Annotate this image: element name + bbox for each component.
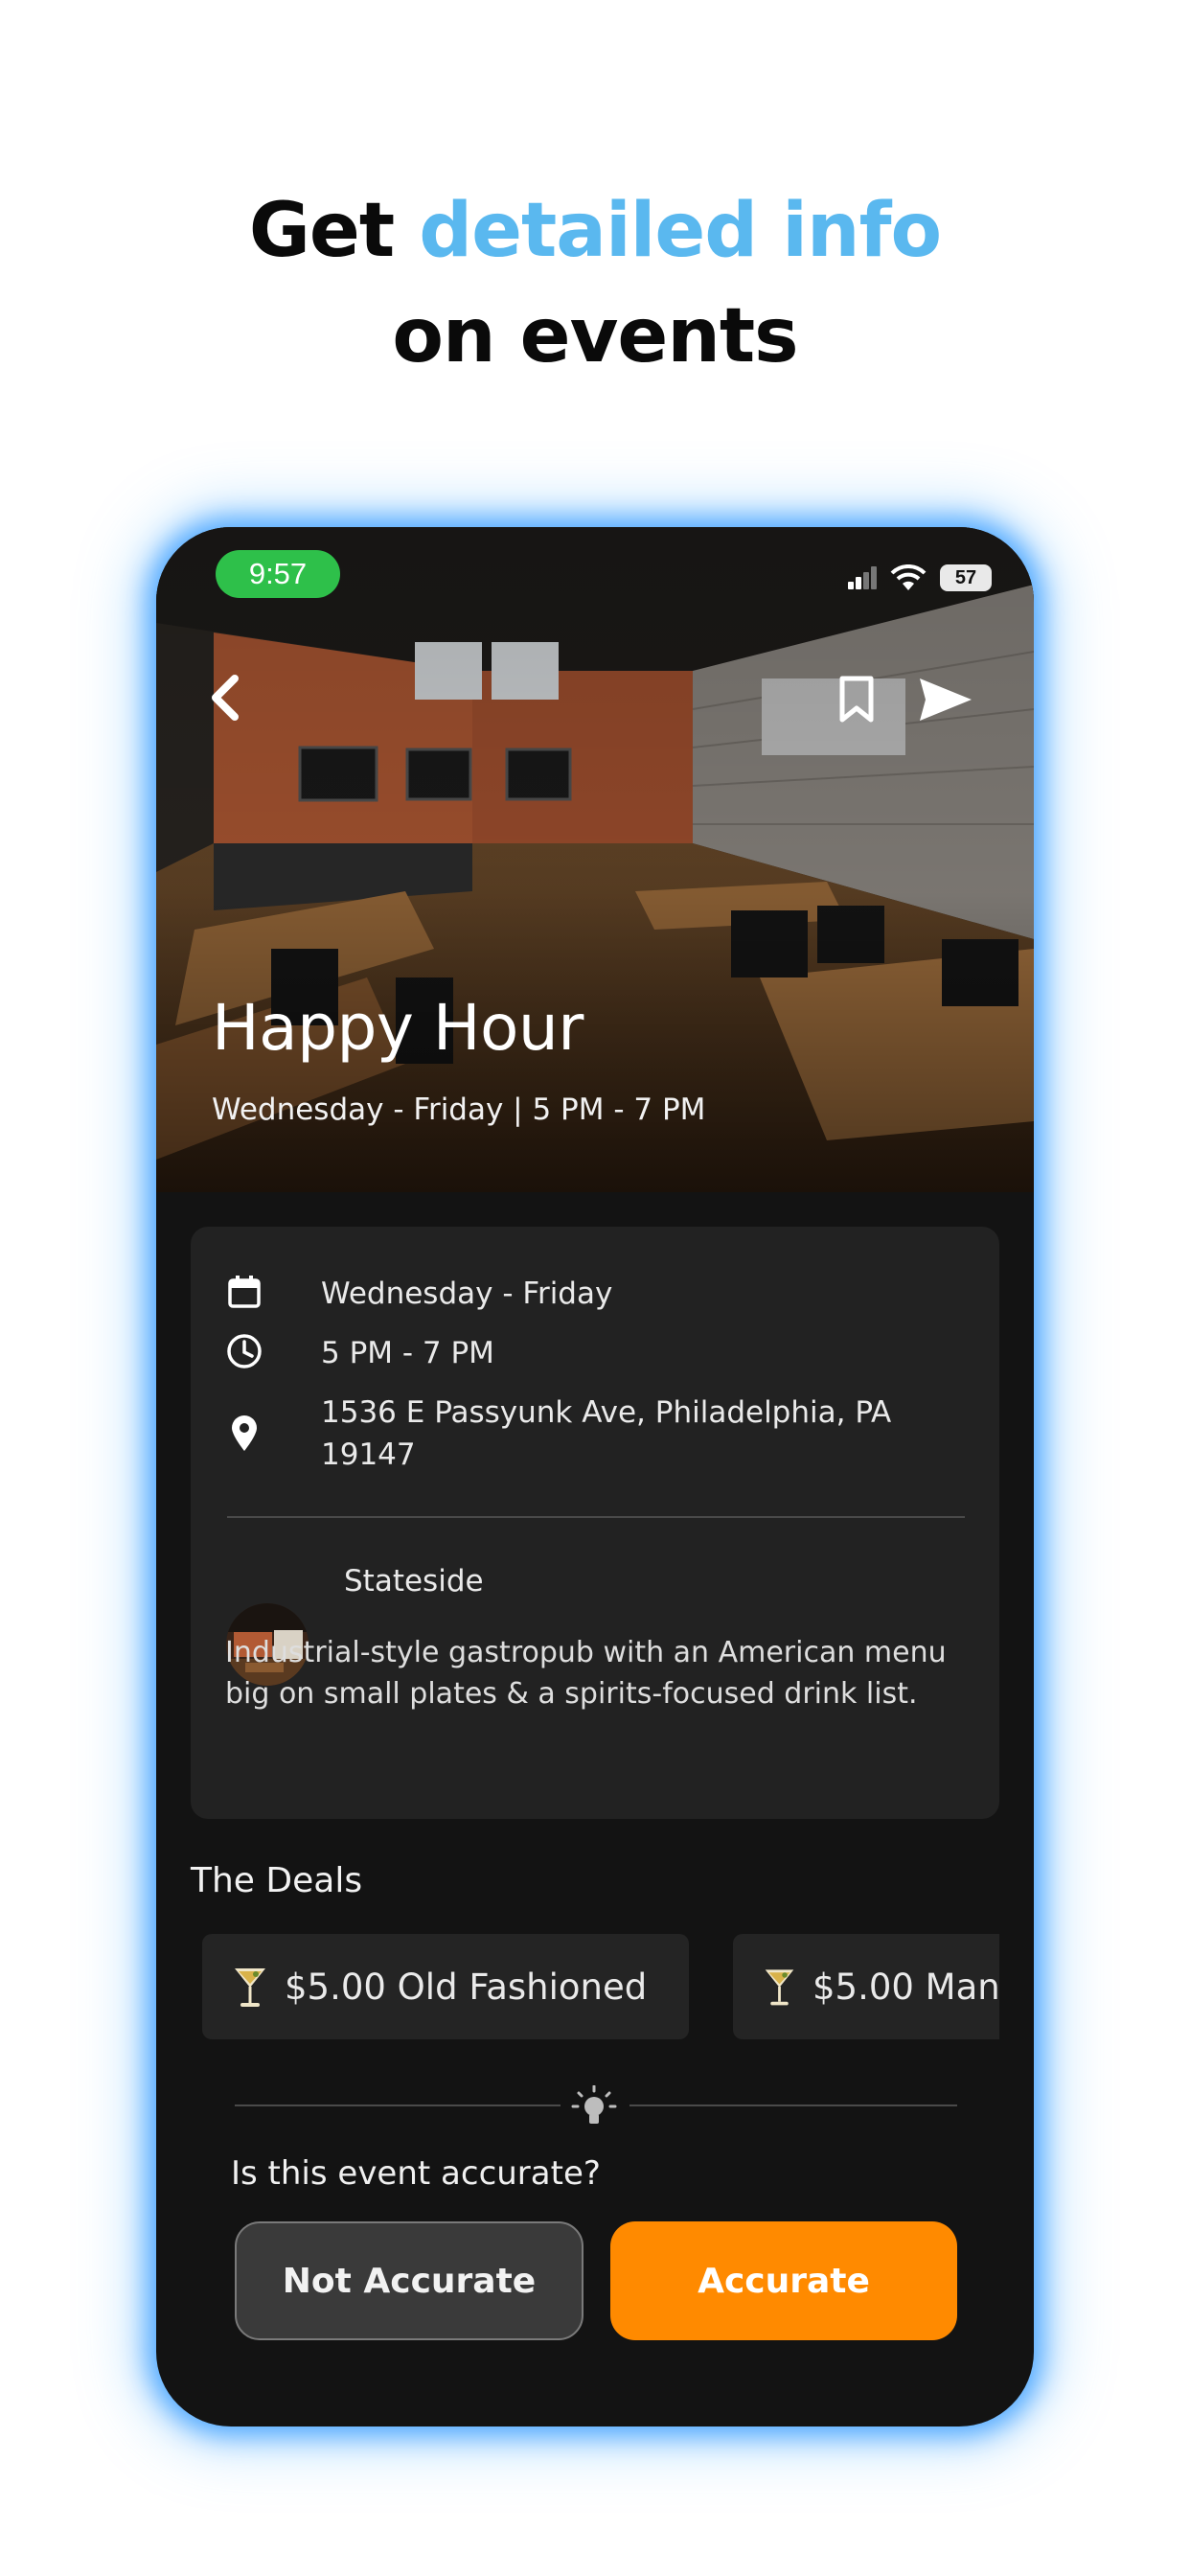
event-details-card: Wednesday - Friday 5 PM - 7 PM 1536 E Pa… bbox=[191, 1227, 999, 1819]
feedback-divider-right bbox=[629, 2104, 957, 2106]
headline-line-2: on events bbox=[392, 293, 798, 380]
back-icon bbox=[212, 675, 239, 721]
event-address[interactable]: 1536 E Passyunk Ave, Philadelphia, PA 19… bbox=[321, 1392, 953, 1476]
event-title: Happy Hour bbox=[212, 991, 584, 1065]
battery-icon: 57 bbox=[940, 564, 992, 591]
venue-name[interactable]: Stateside bbox=[344, 1564, 484, 1598]
venue-description: Industrial-style gastropub with an Ameri… bbox=[225, 1636, 947, 1711]
event-hero-image: 9:57 57 Happy Hour Wednesday - Friday | … bbox=[156, 527, 1034, 1192]
phone-frame: 9:57 57 Happy Hour Wednesday - Friday | … bbox=[156, 527, 1034, 2426]
wifi-icon bbox=[890, 564, 927, 590]
accurate-button[interactable]: Accurate bbox=[610, 2221, 957, 2340]
back-button[interactable] bbox=[198, 671, 252, 724]
feedback-divider-left bbox=[235, 2104, 561, 2106]
status-time: 9:57 bbox=[248, 557, 308, 590]
not-accurate-button[interactable]: Not Accurate bbox=[235, 2221, 584, 2340]
cocktail-glass-icon bbox=[765, 1969, 794, 2006]
deals-heading: The Deals bbox=[191, 1861, 363, 1900]
battery-level: 57 bbox=[954, 566, 977, 588]
headline-line-1: Get detailed info bbox=[0, 178, 1190, 284]
deal-label: $5.00 Old Fashioned bbox=[285, 1966, 648, 2008]
headline-accent: detailed info bbox=[419, 188, 942, 274]
cocktail-glass-icon bbox=[235, 1968, 265, 2007]
days-row: Wednesday - Friday bbox=[225, 1273, 953, 1315]
calendar-icon bbox=[225, 1273, 263, 1311]
time-row: 5 PM - 7 PM bbox=[225, 1332, 953, 1374]
promo-headline: Get detailed info on events bbox=[0, 178, 1190, 389]
lightbulb-icon bbox=[571, 2085, 617, 2124]
share-button[interactable] bbox=[917, 673, 974, 726]
deal-chip[interactable]: $5.00 Old Fashioned bbox=[202, 1934, 689, 2039]
status-indicators: 57 bbox=[848, 564, 992, 592]
clock-icon bbox=[225, 1332, 263, 1370]
deal-label: $5.00 Manhattan bbox=[812, 1966, 999, 2008]
event-subtitle: Wednesday - Friday | 5 PM - 7 PM bbox=[212, 1092, 706, 1127]
status-time-pill: 9:57 bbox=[216, 550, 340, 598]
event-time: 5 PM - 7 PM bbox=[321, 1336, 494, 1370]
cellular-signal-icon bbox=[848, 566, 877, 589]
deals-carousel[interactable]: $5.00 Old Fashioned $5.00 Manhattan bbox=[191, 1934, 999, 2039]
bookmark-button[interactable] bbox=[833, 673, 881, 726]
address-row: 1536 E Passyunk Ave, Philadelphia, PA 19… bbox=[225, 1392, 953, 1476]
card-divider bbox=[227, 1516, 965, 1518]
headline-prefix: Get bbox=[248, 188, 420, 274]
event-days: Wednesday - Friday bbox=[321, 1276, 613, 1311]
location-pin-icon bbox=[225, 1414, 263, 1453]
deal-chip[interactable]: $5.00 Manhattan bbox=[733, 1934, 999, 2039]
bookmark-icon bbox=[839, 676, 874, 723]
accuracy-question: Is this event accurate? bbox=[231, 2154, 601, 2193]
share-icon bbox=[920, 678, 972, 721]
